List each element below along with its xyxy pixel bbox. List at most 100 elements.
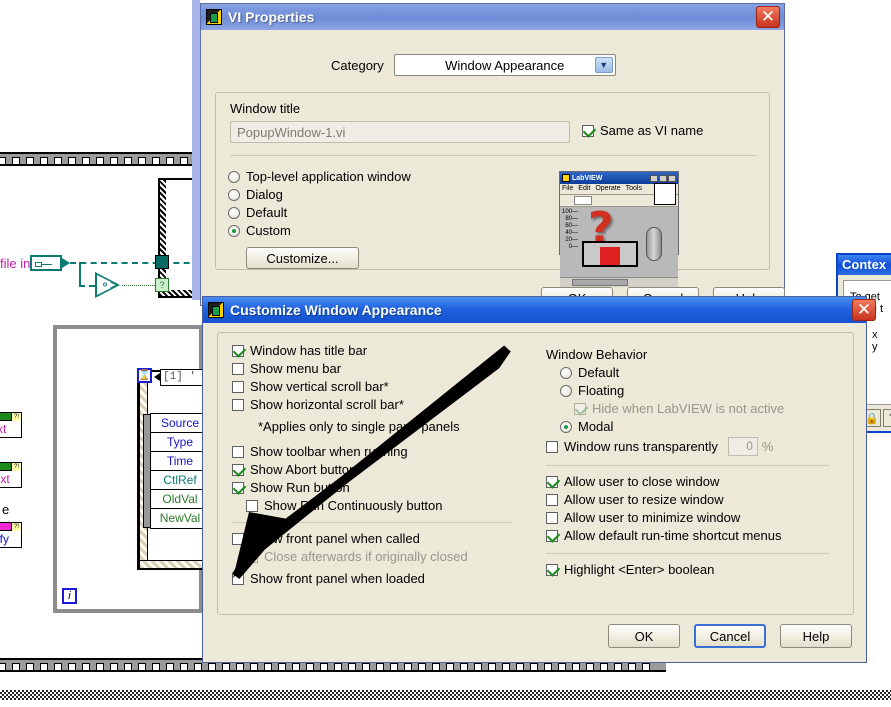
left-column-divider xyxy=(232,522,512,523)
event-term-ctlref: CtlRef xyxy=(151,471,209,490)
vi-properties-titlebar[interactable]: VI Properties ✕ xyxy=(201,4,784,30)
category-value: Window Appearance xyxy=(445,57,565,73)
checkbox-window-runs-transparently[interactable]: Window runs transparently xyxy=(546,439,718,455)
checkbox-icon[interactable] xyxy=(546,494,558,506)
checkbox-label: Show front panel when called xyxy=(250,531,420,546)
checkbox-show-front-panel-when-called[interactable]: Show front panel when called xyxy=(232,531,522,547)
checkbox-icon[interactable] xyxy=(246,500,258,512)
ok-button[interactable]: OK xyxy=(608,624,680,648)
customize-window-title: Customize Window Appearance xyxy=(230,302,442,318)
checkbox-window-has-title-bar[interactable]: Window has title bar xyxy=(232,343,522,359)
checkbox-icon[interactable] xyxy=(232,482,244,494)
property-node-label-3: ustify xyxy=(0,532,10,546)
customize-window-titlebar[interactable]: Customize Window Appearance ✕ xyxy=(203,297,876,323)
checkbox-icon[interactable] xyxy=(232,381,244,393)
radio-icon[interactable] xyxy=(228,171,240,183)
customize-button[interactable]: Customize... xyxy=(246,247,359,269)
radio-icon[interactable] xyxy=(560,367,572,379)
transparency-row[interactable]: Window runs transparently 0 % xyxy=(546,437,841,456)
property-node-partial-label: e xyxy=(2,502,10,517)
checkbox-label: Allow user to minimize window xyxy=(564,510,741,525)
event-term-newval: NewVal xyxy=(159,511,201,525)
preview-menu-file: File xyxy=(562,185,574,192)
context-help-titlebar[interactable]: Contex xyxy=(838,255,891,275)
window-preview: LabVIEW File Edit Operate Tools 100— 80— 6… xyxy=(559,171,679,287)
checkbox-label: Allow user to close window xyxy=(564,474,720,489)
iteration-terminal: i xyxy=(62,588,77,604)
checkbox-icon[interactable] xyxy=(546,564,558,576)
vi-properties-dialog[interactable]: VI Properties ✕ Category Window Appearan… xyxy=(200,3,785,309)
same-as-vi-name-checkbox[interactable]: Same as VI name xyxy=(582,123,703,139)
checkbox-show-horizontal-scroll-bar[interactable]: Show horizontal scroll bar* xyxy=(232,397,522,413)
checkbox-label: Show front panel when loaded xyxy=(250,571,425,586)
help-button[interactable]: Help xyxy=(780,624,852,648)
radio-icon[interactable] xyxy=(560,385,572,397)
checkbox-allow-default-runtime-shortcut-menus[interactable]: Allow default run-time shortcut menus xyxy=(546,528,841,544)
radio-icon[interactable] xyxy=(228,225,240,237)
checkbox-show-front-panel-when-loaded[interactable]: Show front panel when loaded xyxy=(232,571,522,587)
file-in-terminal xyxy=(30,255,62,271)
customize-window-footer[interactable]: OK Cancel Help xyxy=(608,624,852,648)
checkbox-icon[interactable] xyxy=(232,399,244,411)
checkbox-show-abort-button[interactable]: Show Abort button xyxy=(232,462,522,478)
category-label: Category xyxy=(331,57,384,73)
close-icon[interactable]: ✕ xyxy=(756,6,780,28)
category-select[interactable]: Window Appearance ▼ xyxy=(393,54,616,76)
checkbox-icon[interactable] xyxy=(232,446,244,458)
checkbox-show-vertical-scroll-bar[interactable]: Show vertical scroll bar* xyxy=(232,379,522,395)
window-title-input[interactable]: PopupWindow-1.vi xyxy=(230,121,570,143)
radio-top-level-application-window[interactable]: Top-level application window xyxy=(228,169,411,185)
window-appearance-group: Window title PopupWindow-1.vi Same as VI… xyxy=(215,92,770,287)
checkbox-icon[interactable] xyxy=(546,530,558,542)
window-behavior-label: Window Behavior xyxy=(546,347,648,362)
help-icon[interactable]: ? xyxy=(883,409,891,427)
checkbox-hide-when-labview-is-not-active: Hide when LabVIEW is not active xyxy=(574,401,841,417)
customize-window-appearance-dialog[interactable]: Customize Window Appearance ✕ Window has… xyxy=(202,296,876,663)
checkbox-icon[interactable] xyxy=(232,573,244,585)
radio-icon[interactable] xyxy=(228,189,240,201)
checkbox-icon[interactable] xyxy=(232,533,244,545)
checkbox-icon[interactable] xyxy=(232,464,244,476)
radio-label: Floating xyxy=(578,383,625,398)
window-type-radio-group[interactable]: Top-level application window Dialog Defa… xyxy=(228,169,411,241)
checkbox-icon[interactable] xyxy=(232,363,244,375)
checkbox-icon[interactable] xyxy=(546,512,558,524)
radio-custom[interactable]: Custom xyxy=(228,223,411,239)
preview-toolbar xyxy=(560,183,678,207)
radio-label: Default xyxy=(246,205,288,220)
radio-default[interactable]: Default xyxy=(228,205,411,221)
tunnel-terminal-dark xyxy=(155,255,169,269)
checkbox-show-run-continuously-button[interactable]: Show Run Continuously button xyxy=(246,498,522,514)
radio-icon[interactable] xyxy=(560,421,572,433)
radio-behavior-floating[interactable]: Floating xyxy=(560,383,841,399)
checkbox-show-toolbar-when-running[interactable]: Show toolbar when running xyxy=(232,444,522,460)
property-node-label-2: t.Text xyxy=(0,472,10,486)
left-options-column[interactable]: Window has title bar Show menu bar Show … xyxy=(232,343,522,589)
radio-behavior-modal[interactable]: Modal xyxy=(560,419,841,435)
checkbox-icon[interactable] xyxy=(546,440,558,453)
checkbox-label: Show Run button xyxy=(250,480,350,495)
labview-icon xyxy=(206,9,222,25)
preview-scale: 100— 80— 60— 40— 20— 0— xyxy=(562,209,579,250)
radio-dialog[interactable]: Dialog xyxy=(228,187,411,203)
chevron-down-icon[interactable]: ▼ xyxy=(594,57,613,73)
event-term-type: Type xyxy=(151,433,209,452)
checkbox-allow-user-to-resize-window[interactable]: Allow user to resize window xyxy=(546,492,841,508)
checkbox-icon[interactable] xyxy=(232,345,244,357)
checkbox-show-run-button[interactable]: Show Run button xyxy=(232,480,522,496)
checkbox-icon[interactable] xyxy=(546,476,558,488)
right-options-column[interactable]: Window Behavior Default Floating Hide wh… xyxy=(546,347,841,580)
wire-vertical-branch xyxy=(79,262,81,286)
transparency-input[interactable]: 0 xyxy=(727,437,758,456)
radio-behavior-default[interactable]: Default xyxy=(560,365,841,381)
checkbox-icon[interactable] xyxy=(582,125,594,137)
checkbox-close-afterwards-if-originally-closed: Close afterwards if originally closed xyxy=(246,549,522,565)
checkbox-allow-user-to-minimize-window[interactable]: Allow user to minimize window xyxy=(546,510,841,526)
close-icon[interactable]: ✕ xyxy=(852,299,876,321)
vi-properties-title: VI Properties xyxy=(228,9,315,25)
checkbox-allow-user-to-close-window[interactable]: Allow user to close window xyxy=(546,474,841,490)
checkbox-show-menu-bar[interactable]: Show menu bar xyxy=(232,361,522,377)
cancel-button[interactable]: Cancel xyxy=(694,624,766,648)
checkbox-highlight-enter-boolean[interactable]: Highlight <Enter> boolean xyxy=(546,562,841,578)
radio-icon[interactable] xyxy=(228,207,240,219)
